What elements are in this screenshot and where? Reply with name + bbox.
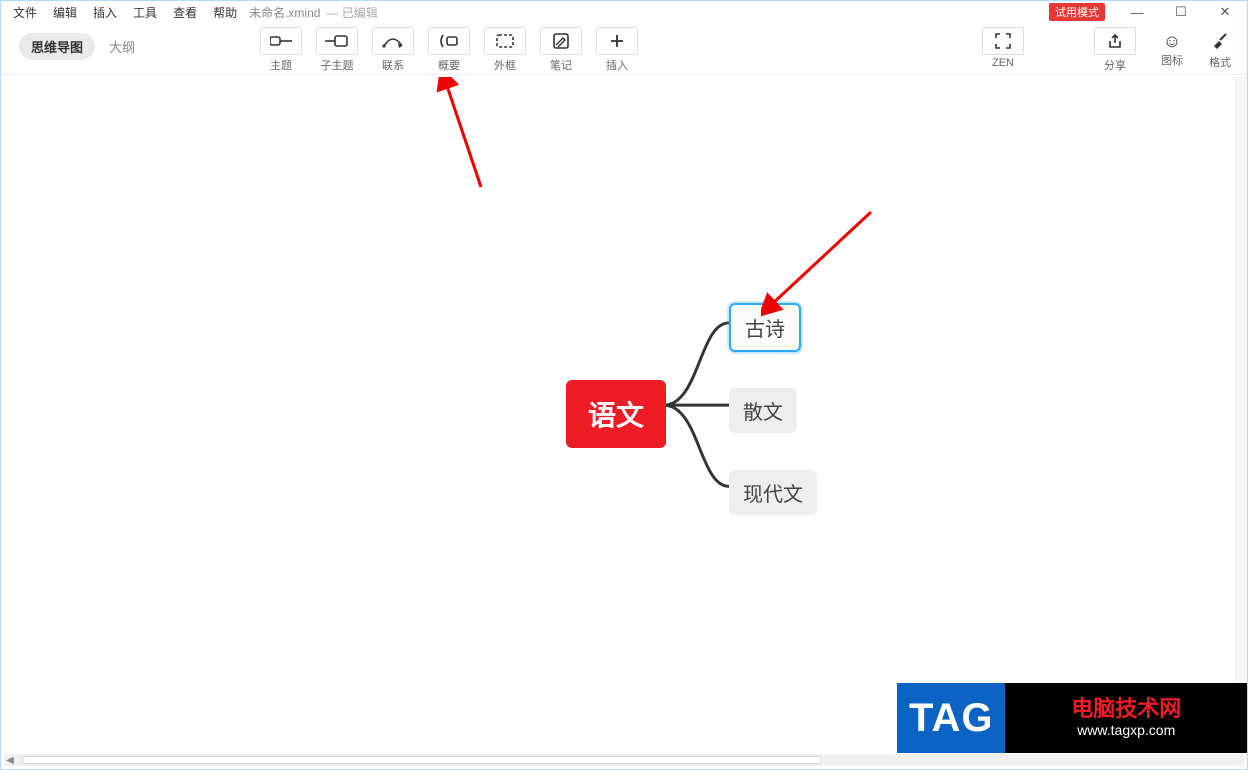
tool-format[interactable]: 格式 (1209, 27, 1231, 70)
summary-icon (428, 27, 470, 55)
tool-topic[interactable]: 主题 (255, 27, 307, 73)
watermark-right: 电脑技术网 www.tagxp.com (1005, 683, 1247, 753)
scroll-left-icon[interactable]: ◀ (4, 755, 16, 766)
tool-note[interactable]: 笔记 (535, 27, 587, 73)
zen-icon (982, 27, 1024, 55)
menu-help[interactable]: 帮助 (205, 4, 245, 21)
tool-icons-label: 图标 (1161, 52, 1183, 68)
watermark: TAG 电脑技术网 www.tagxp.com (897, 683, 1247, 753)
tool-insert[interactable]: 插入 (591, 27, 643, 73)
watermark-url: www.tagxp.com (1077, 723, 1175, 738)
vertical-scrollbar[interactable] (1235, 77, 1247, 751)
tool-icons[interactable]: ☺ 图标 (1161, 27, 1183, 70)
tool-relation[interactable]: 联系 (367, 27, 419, 73)
watermark-tag: TAG (897, 683, 1005, 753)
insert-icon (596, 27, 638, 55)
note-icon (540, 27, 582, 55)
right-tool-group: ZEN 分享 (977, 27, 1141, 73)
tool-summary-label: 概要 (438, 57, 460, 73)
tool-group: 主题 子主题 联系 概要 外框 (255, 27, 643, 73)
view-outline-tab[interactable]: 大纲 (109, 37, 135, 56)
subtopic-icon (316, 27, 358, 55)
scroll-thumb[interactable] (22, 756, 822, 764)
trial-mode-badge[interactable]: 试用模式 (1049, 3, 1105, 21)
tool-format-label: 格式 (1209, 54, 1231, 70)
tool-boundary[interactable]: 外框 (479, 27, 531, 73)
annotation-arrow-2 (761, 207, 881, 317)
tool-zen-label: ZEN (992, 57, 1014, 69)
node-child-0[interactable]: 古诗 (729, 303, 801, 352)
node-root[interactable]: 语文 (566, 380, 666, 448)
view-mindmap-tab[interactable]: 思维导图 (19, 33, 95, 60)
document-filename: 未命名.xmind (249, 4, 320, 21)
annotation-arrow-1 (431, 77, 491, 197)
menu-edit[interactable]: 编辑 (45, 4, 85, 21)
tool-insert-label: 插入 (606, 57, 628, 73)
tool-subtopic-label: 子主题 (321, 57, 354, 73)
node-child-2[interactable]: 现代文 (729, 470, 817, 515)
window-maximize[interactable]: ☐ (1159, 1, 1203, 23)
tool-note-label: 笔记 (550, 57, 572, 73)
topic-icon (260, 27, 302, 55)
horizontal-scrollbar[interactable]: ◀ (4, 754, 1244, 766)
brush-icon (1211, 31, 1229, 54)
tool-share-label: 分享 (1104, 57, 1126, 73)
tool-relation-label: 联系 (382, 57, 404, 73)
relation-icon (372, 27, 414, 55)
view-switch: 思维导图 大纲 (19, 33, 135, 60)
menu-tools[interactable]: 工具 (125, 4, 165, 21)
window-controls: 试用模式 — ☐ ✕ (1049, 1, 1247, 23)
watermark-title: 电脑技术网 (1071, 697, 1181, 721)
share-icon (1094, 27, 1136, 55)
toolbar: 思维导图 大纲 主题 子主题 联系 概要 (1, 23, 1247, 75)
menu-view[interactable]: 查看 (165, 4, 205, 21)
node-child-1[interactable]: 散文 (729, 388, 797, 433)
tool-topic-label: 主题 (270, 57, 292, 73)
menu-file[interactable]: 文件 (5, 4, 45, 21)
tool-boundary-label: 外框 (494, 57, 516, 73)
tool-zen[interactable]: ZEN (977, 27, 1029, 73)
menu-insert[interactable]: 插入 (85, 4, 125, 21)
smiley-icon: ☺ (1163, 31, 1181, 52)
window-minimize[interactable]: — (1115, 1, 1159, 23)
document-status: — 已编辑 (326, 4, 377, 21)
mindmap-canvas[interactable]: 语文 古诗 散文 现代文 (1, 77, 1247, 751)
window-close[interactable]: ✕ (1203, 1, 1247, 23)
tool-summary[interactable]: 概要 (423, 27, 475, 73)
boundary-icon (484, 27, 526, 55)
tool-share[interactable]: 分享 (1089, 27, 1141, 73)
far-right-tools: ☺ 图标 格式 (1161, 27, 1231, 70)
tool-subtopic[interactable]: 子主题 (311, 27, 363, 73)
